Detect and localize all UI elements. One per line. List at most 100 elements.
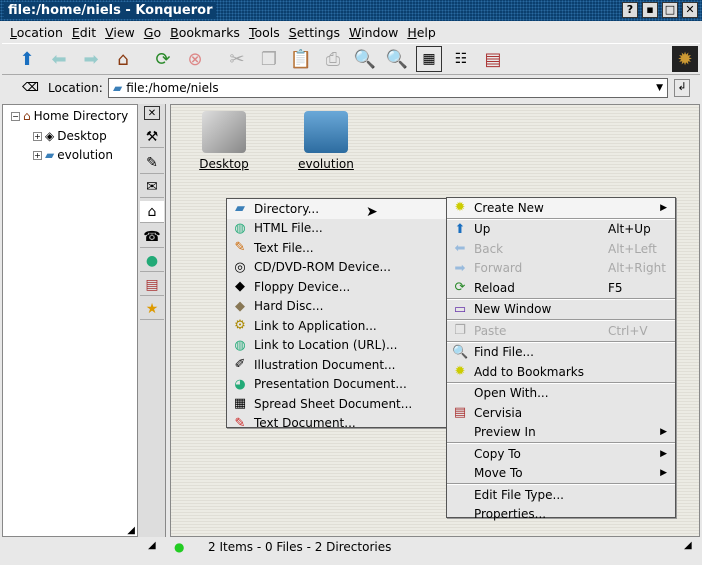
label: Cervisia [474,405,523,420]
menu-item-paste[interactable]: ❐ Paste Ctrl+V [447,321,675,341]
menu-item-create-new[interactable]: ✹ Create New ▶ [447,198,675,218]
tree-view-icon[interactable]: ☷ [448,46,474,72]
menu-go[interactable]: Go [144,25,161,40]
cdrom-icon: ◎ [234,259,246,275]
collapse-icon[interactable]: − [11,111,20,121]
history-tab-icon[interactable]: ✉ [140,176,164,198]
label: New Window [474,302,552,317]
menu-edit[interactable]: Edit [72,25,96,40]
expand-icon[interactable]: + [33,150,42,160]
file-item-evolution[interactable]: evolution [291,111,361,171]
paste-icon[interactable]: 📋 [288,46,314,72]
menu-item-presentation[interactable]: ◕ Presentation Document... [227,375,446,395]
menu-view[interactable]: View [105,25,135,40]
menu-item-preview-in[interactable]: Preview In ▶ [447,423,675,443]
menu-item-reload[interactable]: ⟳ Reload F5 [447,278,675,298]
expand-icon[interactable]: + [33,131,42,141]
back-icon: ⬅ [454,241,466,256]
chevron-down-icon[interactable]: ▼ [656,83,663,93]
home-icon[interactable]: ⌂ [110,46,136,72]
label: Paste [474,323,507,338]
media-tab-icon[interactable]: ▤ [140,274,164,296]
file-item-desktop[interactable]: Desktop [189,111,259,171]
window-title: file:/home/niels - Konqueror [4,2,217,19]
menu-item-open-with[interactable]: Open With... [447,384,675,404]
menu-item-edit-file-type[interactable]: Edit File Type... [447,485,675,505]
zoom-in-icon[interactable]: 🔍 [352,46,378,72]
tree-item-desktop[interactable]: + ◈ Desktop [33,129,107,143]
label: Preview In [474,425,536,440]
folder-icon: ▰ [113,81,123,95]
menu-item-hard-disc[interactable]: ◆ Hard Disc... [227,297,446,317]
menu-item-link-application[interactable]: ⚙ Link to Application... [227,316,446,336]
menu-item-floppy-device[interactable]: ◆ Floppy Device... [227,277,446,297]
label: Properties... [474,507,547,522]
minimize-button[interactable]: ▪ [642,2,658,18]
go-icon[interactable]: ↲ [674,79,690,97]
menu-item-cervisia[interactable]: ▤ Cervisia [447,403,675,423]
label: HTML File... [254,221,323,236]
tree-item-evolution[interactable]: + ▰ evolution [33,148,113,162]
menu-item-text-file[interactable]: ✎ Text File... [227,238,446,258]
forward-icon[interactable]: ➡ [78,46,104,72]
menu-item-properties[interactable]: Properties... [447,505,675,525]
menu-item-link-url[interactable]: ◍ Link to Location (URL)... [227,336,446,356]
menu-item-move-to[interactable]: Move To ▶ [447,464,675,484]
title-bar[interactable]: file:/home/niels - Konqueror ? ▪ □ ✕ [0,0,702,21]
favorites-tab-icon[interactable]: ★ [140,298,164,320]
resize-grip-icon[interactable]: ◢ [148,540,156,551]
menu-item-text-document[interactable]: ✎ Text Document... [227,414,446,434]
menu-item-find-file[interactable]: 🔍 Find File... [447,343,675,363]
menu-window[interactable]: Window [349,25,398,40]
menu-item-spreadsheet[interactable]: ▦ Spread Sheet Document... [227,394,446,414]
tree-item-home[interactable]: − ⌂ Home Directory [11,109,128,123]
close-button[interactable]: ✕ [682,2,698,18]
resize-grip-icon[interactable]: ◢ [684,540,692,551]
menu-settings[interactable]: Settings [289,25,340,40]
menu-help[interactable]: Help [407,25,436,40]
cervisia-icon[interactable]: ▤ [480,46,506,72]
menu-item-new-window[interactable]: ▭ New Window [447,300,675,320]
label: Spread Sheet Document... [254,396,413,411]
menu-item-up[interactable]: ⬆ Up Alt+Up [447,220,675,240]
services-tab-icon[interactable]: ⚒ [140,126,164,148]
menu-item-html-file[interactable]: ◍ HTML File... [227,219,446,239]
up-icon[interactable]: ⬆ [14,46,40,72]
menu-tools[interactable]: Tools [249,25,280,40]
label: Open With... [474,386,549,401]
menu-item-forward[interactable]: ➡ Forward Alt+Right [447,259,675,279]
menu-item-illustration[interactable]: ✐ Illustration Document... [227,355,446,375]
up-icon: ⬆ [454,221,466,237]
bookmarks-tab-icon[interactable]: ✎ [140,152,164,174]
network-tab-icon[interactable]: ☎ [140,226,164,248]
location-label: Location: [48,81,103,95]
cut-icon[interactable]: ✂ [224,46,250,72]
shortcut: Alt+Up [608,222,651,237]
clear-location-icon[interactable]: ⌫ [22,80,39,94]
location-input[interactable]: ▰ file:/home/niels ▼ [108,78,668,98]
menu-item-cdrom-device[interactable]: ◎ CD/DVD-ROM Device... [227,258,446,278]
reload-icon[interactable]: ⟳ [150,46,176,72]
menu-item-back[interactable]: ⬅ Back Alt+Left [447,239,675,259]
menu-bar: Location Edit View Go Bookmarks Tools Se… [2,21,700,43]
icon-view-icon[interactable]: ▦ [416,46,442,72]
menu-location[interactable]: Location [10,25,63,40]
menu-item-directory[interactable]: ▰ Directory... [227,199,446,219]
menu-item-copy-to[interactable]: Copy To ▶ [447,444,675,464]
folder-icon: ▰ [45,148,55,162]
resize-grip-icon[interactable]: ◢ [127,525,135,536]
back-icon[interactable]: ⬅ [46,46,72,72]
maximize-button[interactable]: □ [662,2,678,18]
zoom-out-icon[interactable]: 🔍 [384,46,410,72]
print-icon[interactable]: ⎙ [320,46,346,72]
stop-icon[interactable]: ⊗ [182,46,208,72]
bookmark-icon: ✹ [454,364,466,379]
shortcut: Ctrl+V [608,323,648,338]
menu-item-add-bookmarks[interactable]: ✹ Add to Bookmarks [447,362,675,382]
web-tab-icon[interactable]: ● [140,250,164,272]
close-sidebar-icon[interactable]: ✕ [144,106,160,120]
copy-icon[interactable]: ❐ [256,46,282,72]
menu-bookmarks[interactable]: Bookmarks [170,25,240,40]
home-tab-icon[interactable]: ⌂ [140,201,164,223]
help-button[interactable]: ? [622,2,638,18]
